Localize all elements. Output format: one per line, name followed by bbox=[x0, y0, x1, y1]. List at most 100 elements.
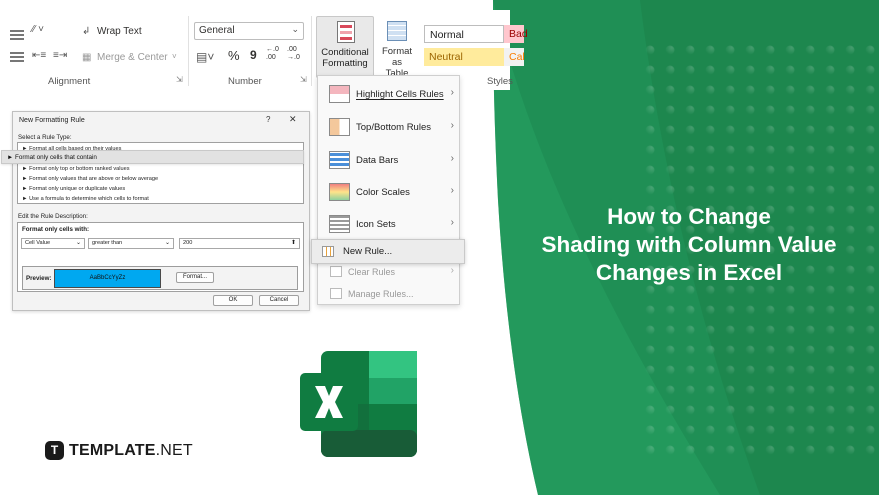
headline-line-3: Changes in Excel bbox=[595, 260, 783, 285]
condition-field-select[interactable]: Cell Value ⌄ bbox=[21, 238, 85, 249]
new-rule-icon bbox=[322, 246, 334, 257]
style-calculation[interactable]: Calcu bbox=[504, 48, 524, 66]
decrease-indent-icon[interactable]: ⇤≡ bbox=[32, 50, 46, 61]
percent-style-button[interactable]: % bbox=[228, 48, 240, 63]
help-button[interactable]: ? bbox=[266, 115, 270, 124]
menu-item-color-scales[interactable]: Color Scales › bbox=[318, 177, 461, 207]
number-format-select[interactable]: General ⌄ bbox=[194, 22, 304, 40]
preview-swatch: AaBbCcYyZz bbox=[54, 269, 161, 288]
menu-item-label: Highlight Cells Rules bbox=[356, 89, 444, 100]
menu-item-data-bars[interactable]: Data Bars › bbox=[318, 145, 461, 175]
chevron-right-icon: › bbox=[450, 120, 454, 131]
conditional-formatting-button[interactable]: Conditional Formatting bbox=[316, 16, 374, 78]
menu-item-label: New Rule... bbox=[343, 246, 393, 257]
chevron-down-icon: ⌄ bbox=[75, 240, 81, 246]
select-rule-type-label: Select a Rule Type: bbox=[18, 134, 72, 141]
cancel-button[interactable]: Cancel bbox=[259, 295, 299, 306]
ribbon-separator bbox=[188, 16, 189, 86]
rule-type-item[interactable]: ► Use a formula to determine which cells… bbox=[22, 196, 149, 202]
align-center-icon[interactable] bbox=[10, 28, 24, 40]
align-right-icon[interactable] bbox=[10, 50, 24, 62]
wrap-text-icon: ↲ bbox=[82, 26, 91, 37]
condition-operator-value: greater than bbox=[92, 240, 123, 246]
comma-style-button[interactable]: 9 bbox=[250, 48, 257, 62]
format-button[interactable]: Format... bbox=[176, 272, 214, 283]
conditional-formatting-menu: Highlight Cells Rules › Top/Bottom Rules… bbox=[317, 75, 460, 305]
increase-decimal-button[interactable]: ←.0 .00 bbox=[266, 46, 279, 62]
conditional-formatting-label-2: Formatting bbox=[322, 58, 368, 69]
new-formatting-rule-dialog: New Formatting Rule ? ✕ Select a Rule Ty… bbox=[12, 111, 310, 311]
brand-name-thin: .NET bbox=[155, 442, 193, 459]
table-icon bbox=[387, 21, 407, 41]
chevron-right-icon: › bbox=[450, 153, 454, 164]
range-selector-icon[interactable]: ⬆ bbox=[291, 239, 296, 246]
chevron-right-icon: › bbox=[450, 87, 454, 98]
condition-value-text: 200 bbox=[183, 240, 193, 246]
menu-item-manage-rules[interactable]: Manage Rules... bbox=[318, 284, 461, 304]
decrease-decimal-button[interactable]: .00 →.0 bbox=[287, 46, 300, 62]
accounting-format-icon[interactable]: ▤˅ bbox=[196, 50, 214, 64]
color-scales-icon bbox=[329, 183, 350, 201]
menu-item-new-rule[interactable]: New Rule... bbox=[311, 239, 465, 264]
styles-group-label: Styles bbox=[487, 76, 513, 87]
merge-dropdown-icon[interactable]: ˅ bbox=[172, 52, 177, 61]
headline-line-1: How to Change bbox=[607, 204, 771, 229]
chevron-down-icon: ⌄ bbox=[164, 240, 170, 246]
style-bad[interactable]: Bad bbox=[504, 25, 528, 43]
rule-type-item[interactable]: ► Format only top or bottom ranked value… bbox=[22, 166, 130, 172]
icon-sets-icon bbox=[329, 215, 350, 233]
headline-line-2: Shading with Column Value bbox=[541, 232, 837, 257]
chevron-right-icon: › bbox=[450, 185, 454, 196]
number-group-label: Number bbox=[228, 76, 262, 87]
headline: How to Change Shading with Column Value … bbox=[508, 203, 870, 287]
excel-logo-icon bbox=[300, 351, 417, 457]
menu-item-clear-rules[interactable]: Clear Rules › bbox=[318, 262, 461, 282]
condition-value-input[interactable]: 200 ⬆ bbox=[179, 238, 300, 249]
menu-item-label: Icon Sets bbox=[356, 219, 396, 230]
chevron-down-icon: ⌄ bbox=[291, 24, 299, 34]
ribbon-separator bbox=[311, 16, 312, 86]
conditional-formatting-icon bbox=[337, 21, 355, 43]
menu-item-icon-sets[interactable]: Icon Sets › bbox=[318, 209, 461, 239]
chevron-right-icon: › bbox=[450, 265, 454, 276]
menu-item-label: Clear Rules bbox=[348, 267, 396, 277]
data-bars-icon bbox=[329, 151, 350, 169]
alignment-group-label: Alignment bbox=[48, 76, 91, 87]
condition-field-value: Cell Value bbox=[25, 240, 51, 246]
clear-rules-icon bbox=[330, 266, 342, 277]
orientation-icon[interactable]: ⁄∕ ˅ bbox=[32, 24, 44, 35]
menu-item-label: Color Scales bbox=[356, 187, 410, 198]
template-mark-icon: T bbox=[45, 441, 64, 460]
dialog-title: New Formatting Rule bbox=[19, 117, 85, 124]
menu-item-label: Manage Rules... bbox=[348, 289, 414, 299]
brand-name-bold: TEMPLATE bbox=[69, 442, 156, 459]
brand-name: TEMPLATE.NET bbox=[69, 442, 193, 460]
highlight-cells-icon bbox=[329, 85, 350, 103]
rule-type-item[interactable]: ► Format only unique or duplicate values bbox=[22, 186, 125, 192]
format-as-table-label-1: Format as bbox=[381, 46, 413, 68]
manage-rules-icon bbox=[330, 288, 342, 299]
preview-label: Preview: bbox=[26, 275, 52, 282]
rule-type-item[interactable]: ► Format only values that are above or b… bbox=[22, 176, 158, 182]
style-normal[interactable]: Normal bbox=[424, 25, 504, 43]
condition-operator-select[interactable]: greater than ⌄ bbox=[88, 238, 174, 249]
chevron-right-icon: › bbox=[450, 217, 454, 228]
conditional-formatting-label-1: Conditional bbox=[321, 47, 369, 58]
alignment-launcher-icon[interactable]: ⇲ bbox=[176, 75, 183, 84]
close-button[interactable]: ✕ bbox=[289, 114, 297, 125]
rule-type-selected[interactable]: ► Format only cells that contain bbox=[1, 150, 304, 164]
menu-item-top-bottom-rules[interactable]: Top/Bottom Rules › bbox=[318, 112, 461, 142]
merge-center-button[interactable]: Merge & Center bbox=[97, 52, 168, 63]
format-as-table-button[interactable]: Format as Table bbox=[376, 16, 418, 79]
rule-description-box: Format only cells with: Cell Value ⌄ gre… bbox=[17, 222, 304, 292]
number-launcher-icon[interactable]: ⇲ bbox=[300, 75, 307, 84]
preview-area: Preview: AaBbCcYyZz Format... bbox=[22, 266, 298, 290]
style-neutral[interactable]: Neutral bbox=[424, 48, 504, 66]
number-format-value: General bbox=[199, 25, 235, 36]
menu-item-label: Top/Bottom Rules bbox=[356, 122, 431, 133]
increase-indent-icon[interactable]: ≡⇥ bbox=[53, 50, 67, 61]
wrap-text-button[interactable]: Wrap Text bbox=[97, 26, 142, 37]
ok-button[interactable]: OK bbox=[213, 295, 253, 306]
menu-item-highlight-cells-rules[interactable]: Highlight Cells Rules › bbox=[318, 79, 461, 109]
format-only-cells-label: Format only cells with: bbox=[22, 226, 90, 233]
